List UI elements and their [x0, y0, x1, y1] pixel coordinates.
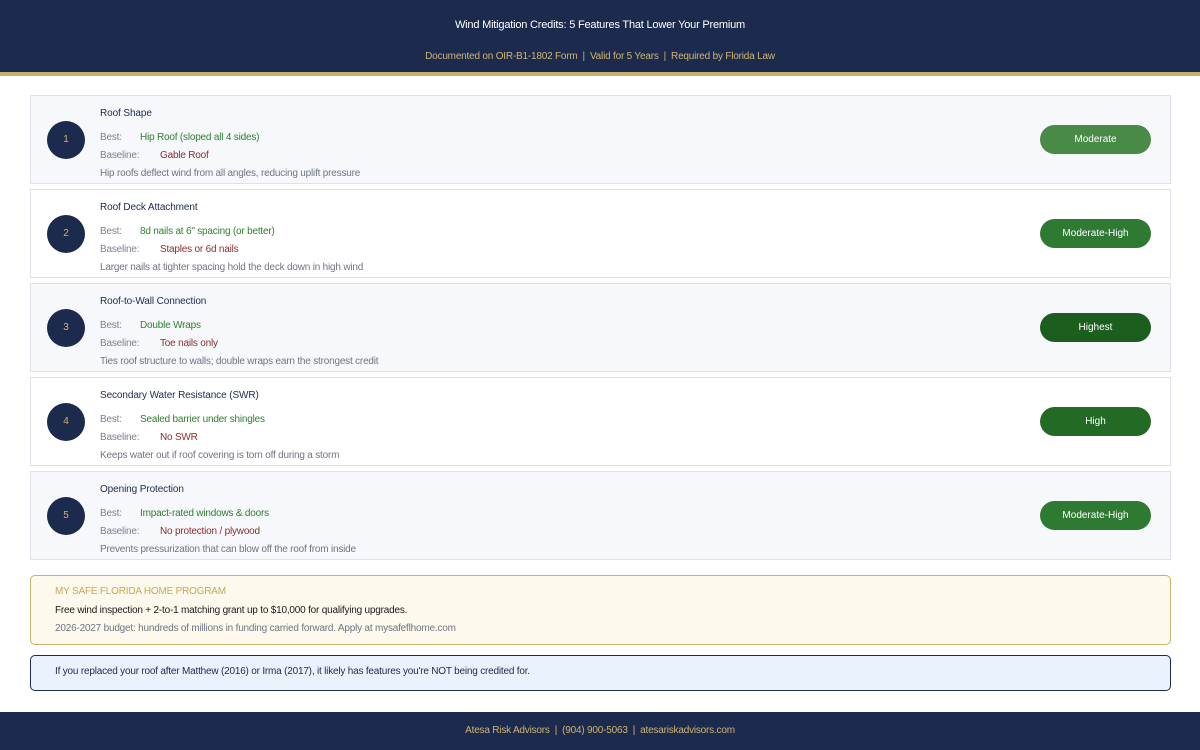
feature-title: Roof Shape: [100, 108, 152, 119]
feature-card-secondary-water-resistance: 4 Secondary Water Resistance (SWR) Best:…: [30, 377, 1171, 466]
best-row: Best: 8d nails at 6" spacing (or better): [100, 226, 275, 237]
baseline-row: Baseline: No protection / plywood: [100, 526, 260, 537]
feature-number-badge: 3: [47, 309, 85, 347]
note-text: If you replaced your roof after Matthew …: [55, 666, 530, 677]
feature-card-roof-deck-attachment: 2 Roof Deck Attachment Best: 8d nails at …: [30, 189, 1171, 278]
feature-description: Ties roof structure to walls; double wra…: [100, 356, 379, 367]
best-label: Best:: [100, 414, 122, 425]
page-title: Wind Mitigation Credits: 5 Features That…: [454, 19, 746, 31]
impact-badge: Moderate-High: [1040, 219, 1151, 248]
feature-title: Roof Deck Attachment: [100, 202, 198, 213]
feature-number-badge: 2: [47, 215, 85, 253]
baseline-label: Baseline:: [100, 150, 140, 161]
grant-offer-text: Free wind inspection + 2-to-1 matching g…: [55, 605, 408, 616]
header-subtitle: Documented on OIR-B1-1802 Form | Valid for…: [0, 51, 1200, 62]
grant-heading: MY SAFE FLORIDA HOME PROGRAM: [55, 586, 226, 597]
grant-program-callout: MY SAFE FLORIDA HOME PROGRAM Free wind i…: [30, 575, 1171, 645]
subtitle-form: Documented on OIR-B1-1802 Form: [425, 51, 578, 62]
best-row: Best: Double Wraps: [100, 320, 201, 331]
impact-badge: High: [1040, 407, 1151, 436]
header-divider: [0, 72, 1200, 76]
impact-badge: Highest: [1040, 313, 1151, 342]
feature-number-badge: 1: [47, 121, 85, 159]
baseline-value: No SWR: [160, 432, 198, 443]
baseline-row: Baseline: Gable Roof: [100, 150, 209, 161]
footer-separator: |: [554, 725, 558, 736]
baseline-label: Baseline:: [100, 338, 140, 349]
subtitle-separator: |: [663, 51, 667, 62]
best-label: Best:: [100, 320, 122, 331]
feature-title: Roof-to-Wall Connection: [100, 296, 207, 307]
feature-card-roof-shape: 1 Roof Shape Best: Hip Roof (sloped all 4…: [30, 95, 1171, 184]
baseline-label: Baseline:: [100, 526, 140, 537]
footer-contact: Atesa Risk Advisors | (904) 900-5063 | atesa…: [0, 725, 1200, 736]
subtitle-law: Required by Florida Law: [671, 51, 775, 62]
best-row: Best: Impact-rated windows & doors: [100, 508, 269, 519]
best-label: Best:: [100, 132, 122, 143]
feature-title: Opening Protection: [100, 484, 184, 495]
footer-company: Atesa Risk Advisors: [465, 725, 550, 736]
feature-title: Secondary Water Resistance (SWR): [100, 390, 259, 401]
grant-budget-text: 2026-2027 budget: hundreds of millions i…: [55, 623, 456, 634]
baseline-label: Baseline:: [100, 244, 140, 255]
impact-badge: Moderate: [1040, 125, 1151, 154]
best-label: Best:: [100, 508, 122, 519]
baseline-row: Baseline: No SWR: [100, 432, 198, 443]
feature-description: Prevents pressurization that can blow of…: [100, 544, 356, 555]
baseline-value: Staples or 6d nails: [160, 244, 239, 255]
best-row: Best: Hip Roof (sloped all 4 sides): [100, 132, 259, 143]
roof-replacement-note: If you replaced your roof after Matthew …: [30, 655, 1171, 691]
best-value: Impact-rated windows & doors: [140, 508, 269, 519]
best-value: Sealed barrier under shingles: [140, 414, 265, 425]
best-value: 8d nails at 6" spacing (or better): [140, 226, 275, 237]
feature-description: Keeps water out if roof covering is torn…: [100, 450, 340, 461]
best-value: Hip Roof (sloped all 4 sides): [140, 132, 260, 143]
footer-separator: |: [632, 725, 636, 736]
footer-bar: Atesa Risk Advisors | (904) 900-5063 | atesa…: [0, 712, 1200, 750]
footer-phone: (904) 900-5063: [562, 725, 628, 736]
subtitle-validity: Valid for 5 Years: [589, 51, 659, 62]
feature-description: Larger nails at tighter spacing hold the…: [100, 262, 364, 273]
feature-number-badge: 4: [47, 403, 85, 441]
impact-badge: Moderate-High: [1040, 501, 1151, 530]
baseline-row: Baseline: Toe nails only: [100, 338, 218, 349]
feature-description: Hip roofs deflect wind from all angles, …: [100, 168, 361, 179]
baseline-value: No protection / plywood: [160, 526, 260, 537]
baseline-value: Gable Roof: [160, 150, 209, 161]
best-value: Double Wraps: [140, 320, 201, 331]
baseline-value: Toe nails only: [160, 338, 218, 349]
feature-card-roof-to-wall-connection: 3 Roof-to-Wall Connection Best: Double Wr…: [30, 283, 1171, 372]
baseline-label: Baseline:: [100, 432, 140, 443]
subtitle-separator: |: [582, 51, 586, 62]
best-row: Best: Sealed barrier under shingles: [100, 414, 265, 425]
best-label: Best:: [100, 226, 122, 237]
feature-number-badge: 5: [47, 497, 85, 535]
footer-website: atesariskadvisors.com: [640, 725, 735, 736]
header-banner: Wind Mitigation Credits: 5 Features That…: [0, 0, 1200, 72]
feature-card-opening-protection: 5 Opening Protection Best: Impact-rated w…: [30, 471, 1171, 560]
baseline-row: Baseline: Staples or 6d nails: [100, 244, 239, 255]
